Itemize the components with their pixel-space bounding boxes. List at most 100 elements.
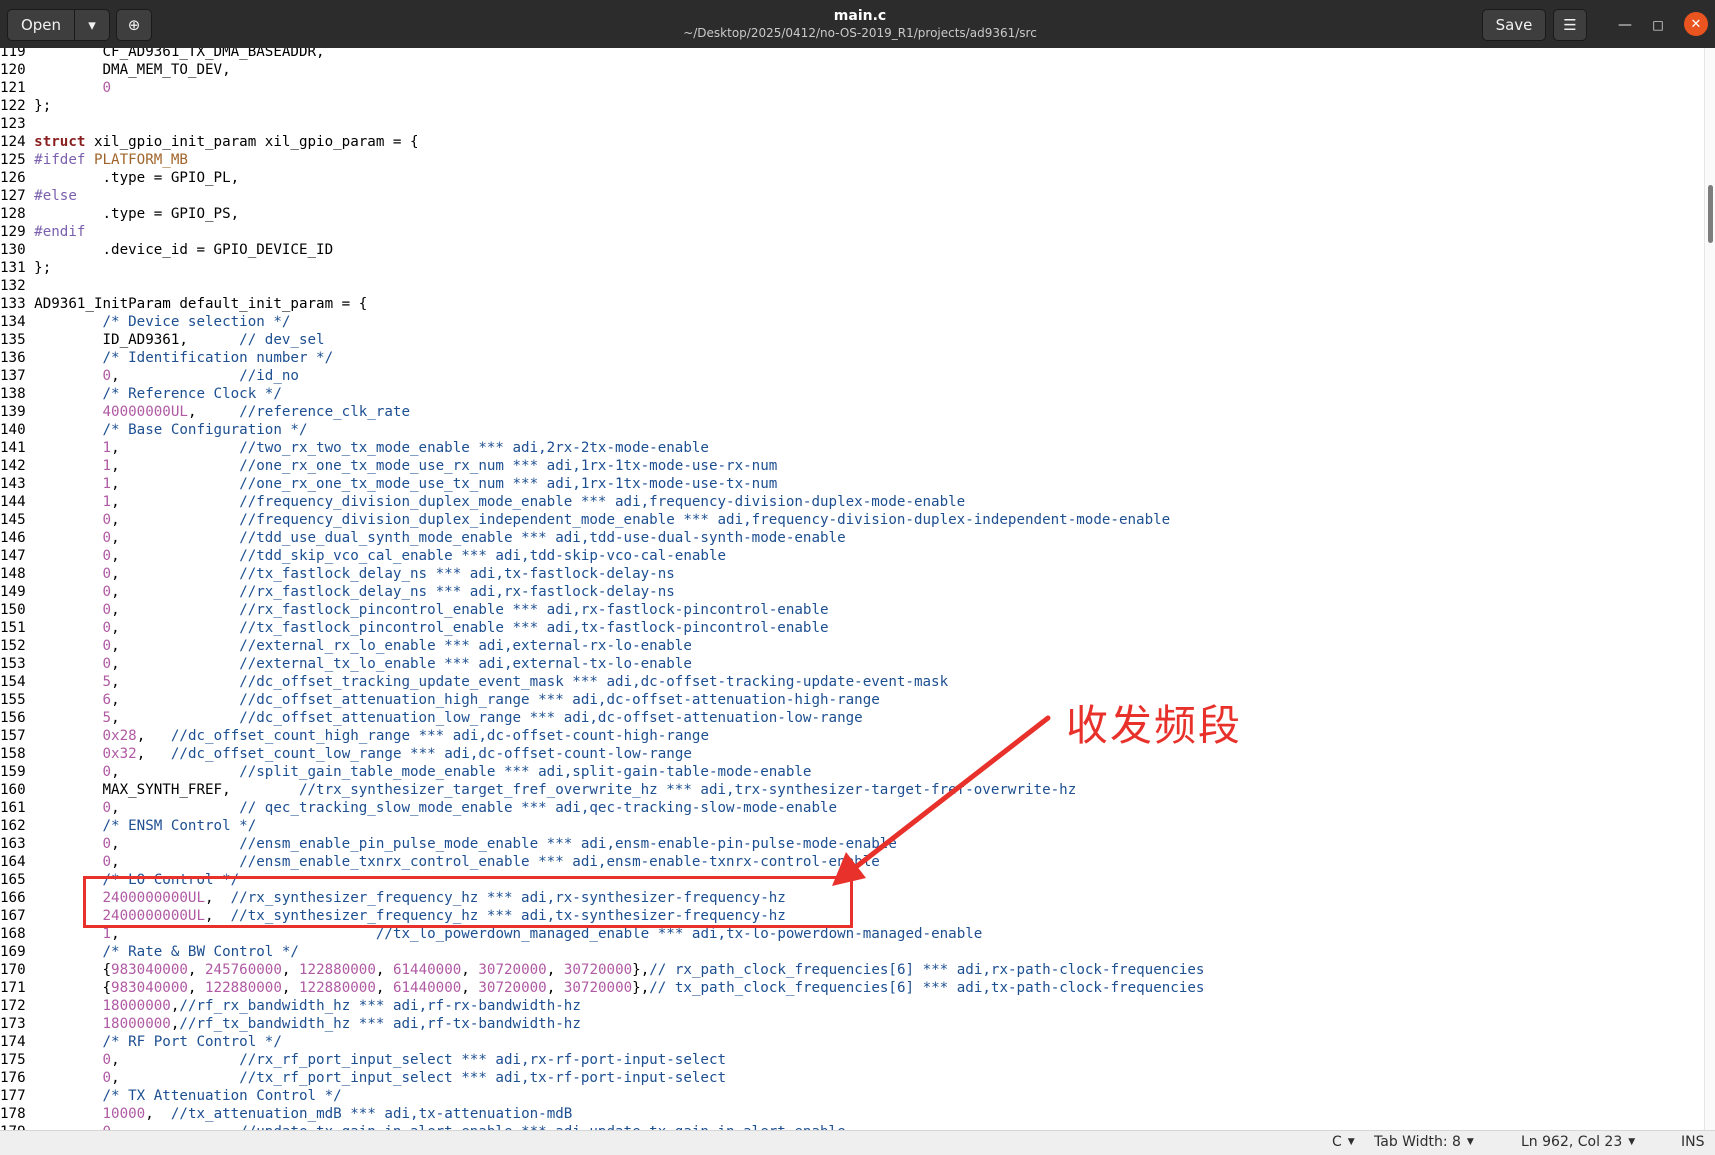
code-line[interactable]: 155 6, //dc_offset_attenuation_high_rang…	[0, 691, 880, 709]
code-line[interactable]: 123	[0, 115, 34, 133]
code-line[interactable]: 128 .type = GPIO_PS,	[0, 205, 239, 223]
tab-width-selector[interactable]: Tab Width: 8 ▼	[1374, 1134, 1474, 1150]
code-line[interactable]: 171 {983040000, 122880000, 122880000, 61…	[0, 979, 1204, 997]
code-token: //rx_rf_port_input_select *** adi,rx-rf-…	[239, 1052, 727, 1068]
code-line[interactable]: 172 18000000,//rf_rx_bandwidth_hz *** ad…	[0, 997, 581, 1015]
code-line[interactable]: 170 {983040000, 245760000, 122880000, 61…	[0, 961, 1204, 979]
code-line[interactable]: 135 ID_AD9361, // dev_sel	[0, 331, 325, 349]
code-line[interactable]: 134 /* Device selection */	[0, 313, 290, 331]
code-line[interactable]: 131 };	[0, 259, 51, 277]
code-token: ,	[111, 620, 240, 636]
code-token: ,	[546, 980, 564, 996]
code-token: 61440000	[392, 962, 462, 978]
code-line[interactable]: 124 struct xil_gpio_init_param xil_gpio_…	[0, 133, 419, 151]
code-line[interactable]: 119 CF_AD9361_TX_DMA_BASEADDR,	[0, 48, 325, 61]
line-number: 128	[0, 206, 26, 222]
code-line[interactable]: 149 0, //rx_fastlock_delay_ns *** adi,rx…	[0, 583, 675, 601]
code-line[interactable]: 145 0, //frequency_division_duplex_indep…	[0, 511, 1170, 529]
code-line[interactable]: 147 0, //tdd_skip_vco_cal_enable *** adi…	[0, 547, 726, 565]
code-line[interactable]: 136 /* Identification number */	[0, 349, 333, 367]
vertical-scrollbar[interactable]	[1704, 48, 1715, 1130]
code-line[interactable]: 179 0, //update_tx_gain_in_alert_enable …	[0, 1123, 846, 1130]
cursor-position-selector[interactable]: Ln 962, Col 23 ▼	[1521, 1134, 1635, 1150]
code-line[interactable]: 162 /* ENSM Control */	[0, 817, 256, 835]
code-line[interactable]: 173 18000000,//rf_tx_bandwidth_hz *** ad…	[0, 1015, 581, 1033]
code-line[interactable]: 137 0, //id_no	[0, 367, 299, 385]
code-token: /* Rate & BW Control */	[102, 944, 299, 960]
code-token: 0	[102, 602, 112, 618]
code-line[interactable]: 169 /* Rate & BW Control */	[0, 943, 299, 961]
code-line[interactable]: 130 .device_id = GPIO_DEVICE_ID	[0, 241, 333, 259]
code-token: ,	[111, 440, 240, 456]
code-token: ,	[187, 980, 206, 996]
code-line[interactable]: 157 0x28, //dc_offset_count_high_range *…	[0, 727, 709, 745]
code-line[interactable]: 159 0, //split_gain_table_mode_enable **…	[0, 763, 811, 781]
line-number: 141	[0, 440, 26, 456]
code-line[interactable]: 127 #else	[0, 187, 77, 205]
code-line[interactable]: 148 0, //tx_fastlock_delay_ns *** adi,tx…	[0, 565, 675, 583]
code-line[interactable]: 161 0, // qec_tracking_slow_mode_enable …	[0, 799, 837, 817]
language-selector[interactable]: C ▼	[1332, 1134, 1355, 1150]
code-line[interactable]: 139 40000000UL, //reference_clk_rate	[0, 403, 410, 421]
code-token: ,	[111, 710, 240, 726]
new-document-button[interactable]: ⊕	[116, 9, 152, 41]
code-line[interactable]: 163 0, //ensm_enable_pin_pulse_mode_enab…	[0, 835, 897, 853]
code-token: // rx_path_clock_frequencies[6] *** adi,…	[649, 962, 1205, 978]
code-line[interactable]: 142 1, //one_rx_one_tx_mode_use_rx_num *…	[0, 457, 777, 475]
open-menu-button[interactable]: ▾	[74, 9, 110, 41]
code-token: 1	[102, 926, 112, 942]
code-line[interactable]: 160 MAX_SYNTH_FREF, //trx_synthesizer_ta…	[0, 781, 1076, 799]
code-line[interactable]: 146 0, //tdd_use_dual_synth_mode_enable …	[0, 529, 846, 547]
code-line[interactable]: 132	[0, 277, 34, 295]
cursor-position-label: Ln 962, Col 23	[1521, 1134, 1623, 1150]
code-line[interactable]: 175 0, //rx_rf_port_input_select *** adi…	[0, 1051, 726, 1069]
code-line[interactable]: 133 AD9361_InitParam default_init_param …	[0, 295, 367, 313]
code-token: 1	[102, 476, 112, 492]
code-line[interactable]: 141 1, //two_rx_two_tx_mode_enable *** a…	[0, 439, 709, 457]
maximize-button[interactable]: □	[1645, 12, 1671, 38]
code-token: ,	[111, 1052, 240, 1068]
code-line[interactable]: 129 #endif	[0, 223, 85, 241]
code-token: ,	[187, 404, 240, 420]
code-line[interactable]: 158 0x32, //dc_offset_count_low_range **…	[0, 745, 692, 763]
code-line[interactable]: 143 1, //one_rx_one_tx_mode_use_tx_num *…	[0, 475, 777, 493]
save-button[interactable]: Save	[1482, 9, 1546, 41]
line-number: 156	[0, 710, 26, 726]
code-line[interactable]: 177 /* TX Attenuation Control */	[0, 1087, 342, 1105]
code-line[interactable]: 121 0	[0, 79, 111, 97]
close-button[interactable]: ✕	[1684, 12, 1708, 36]
line-number: 151	[0, 620, 26, 636]
code-line[interactable]: 152 0, //external_rx_lo_enable *** adi,e…	[0, 637, 692, 655]
scrollbar-thumb[interactable]	[1708, 185, 1713, 243]
code-line[interactable]: 178 10000, //tx_attenuation_mdB *** adi,…	[0, 1105, 572, 1123]
code-line[interactable]: 126 .type = GPIO_PL,	[0, 169, 239, 187]
code-line[interactable]: 150 0, //rx_fastlock_pincontrol_enable *…	[0, 601, 829, 619]
code-line[interactable]: 154 5, //dc_offset_tracking_update_event…	[0, 673, 948, 691]
window-title: main.c ~/Desktop/2025/0412/no-OS-2019_R1…	[560, 7, 1160, 42]
code-line[interactable]: 176 0, //tx_rf_port_input_select *** adi…	[0, 1069, 726, 1087]
code-line[interactable]: 120 DMA_MEM_TO_DEV,	[0, 61, 231, 79]
insert-mode-indicator[interactable]: INS	[1681, 1134, 1705, 1150]
code-line[interactable]: 125 #ifdef PLATFORM_MB	[0, 151, 188, 169]
code-editor[interactable]: 119 CF_AD9361_TX_DMA_BASEADDR, 120 DMA_ME…	[0, 48, 1704, 1130]
code-line[interactable]: 153 0, //external_tx_lo_enable *** adi,e…	[0, 655, 692, 673]
minimize-button[interactable]: —	[1612, 12, 1638, 38]
code-line[interactable]: 122 };	[0, 97, 51, 115]
code-line[interactable]: 140 /* Base Configuration */	[0, 421, 308, 439]
code-line[interactable]: 138 /* Reference Clock */	[0, 385, 282, 403]
code-token: // tx_path_clock_frequencies[6] *** adi,…	[649, 980, 1205, 996]
open-button[interactable]: Open	[7, 9, 75, 41]
code-line[interactable]: 164 0, //ensm_enable_txnrx_control_enabl…	[0, 853, 880, 871]
code-line[interactable]: 174 /* RF Port Control */	[0, 1033, 282, 1051]
hamburger-menu-button[interactable]: ☰	[1553, 9, 1587, 41]
code-token: ,	[187, 962, 206, 978]
code-token: /* ENSM Control */	[102, 818, 257, 834]
code-line[interactable]: 151 0, //tx_fastlock_pincontrol_enable *…	[0, 619, 829, 637]
code-line[interactable]: 156 5, //dc_offset_attenuation_low_range…	[0, 709, 863, 727]
code-line[interactable]: 144 1, //frequency_division_duplex_mode_…	[0, 493, 965, 511]
